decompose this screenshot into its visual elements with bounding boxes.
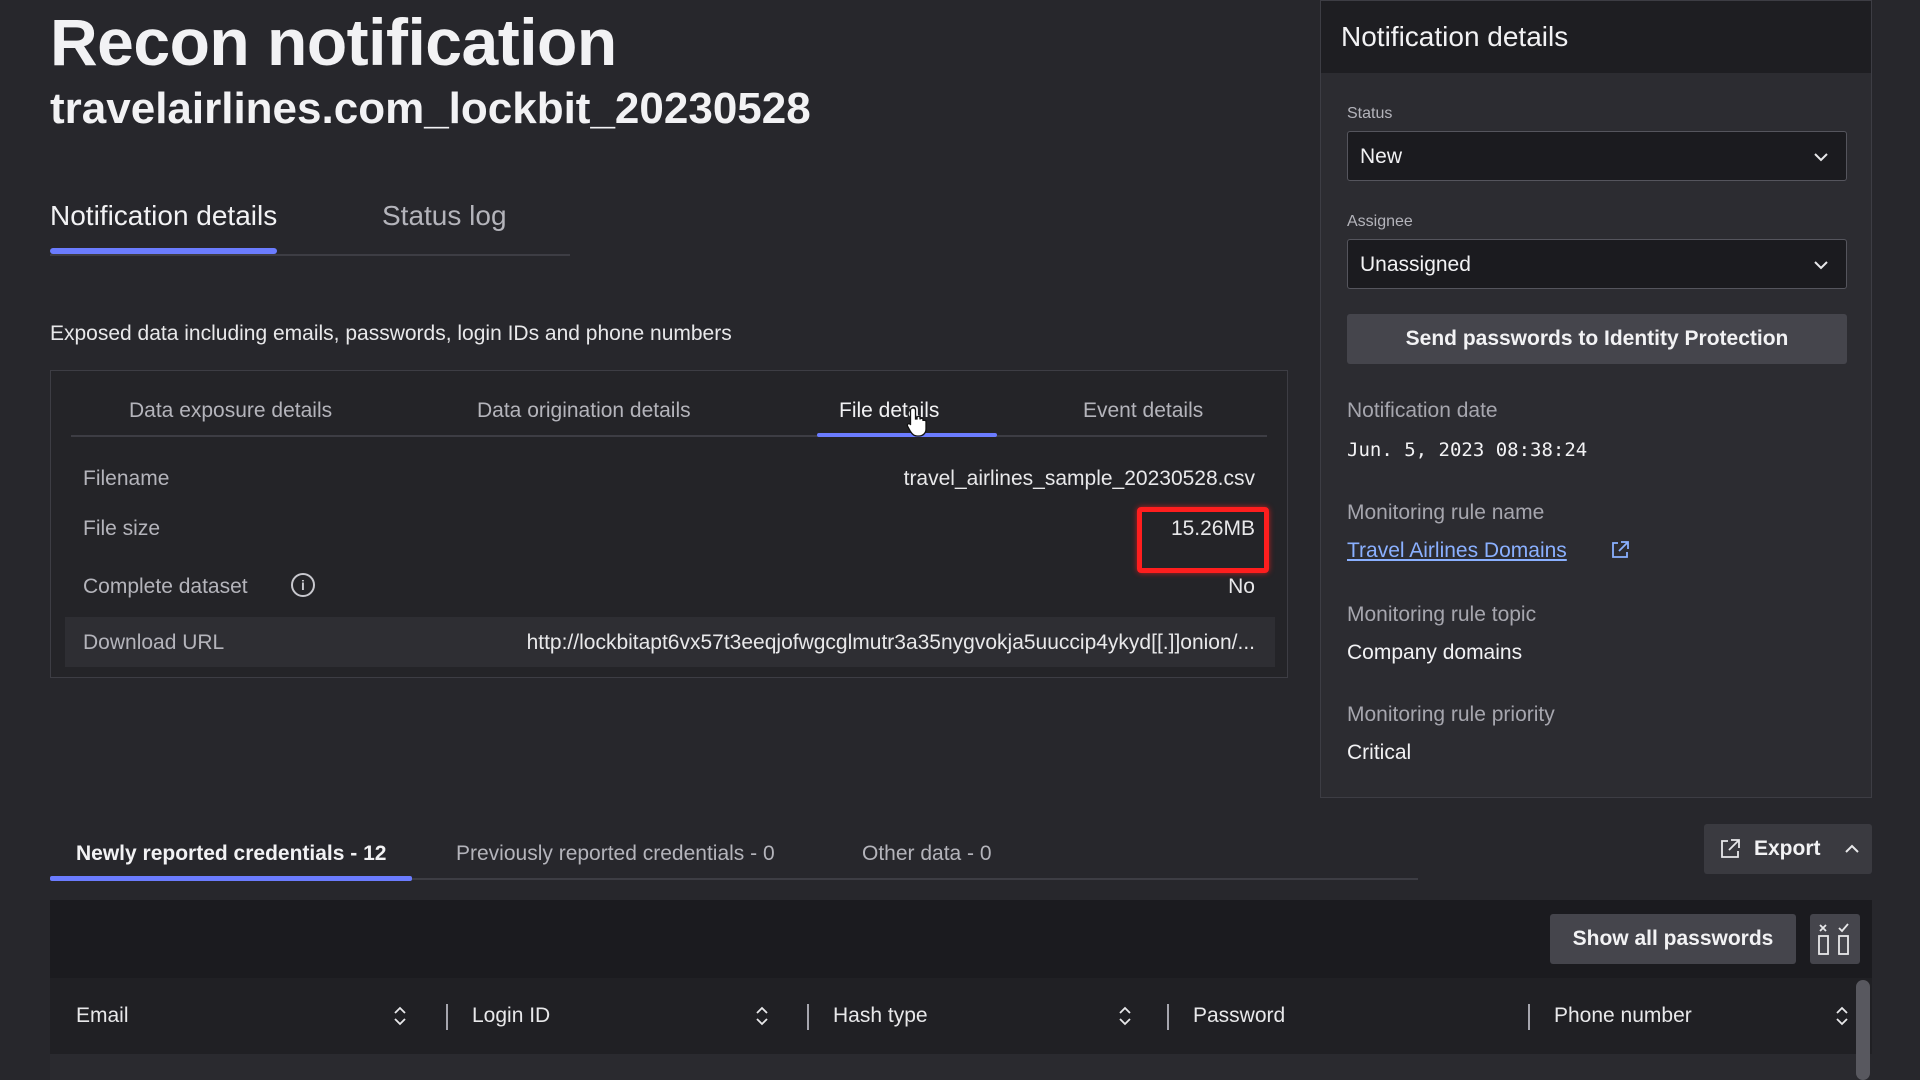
notification-details-sidebar: Notification details Status New Assignee… — [1320, 0, 1872, 798]
column-label: Password — [1193, 1004, 1286, 1027]
tab-other-data[interactable]: Other data - 0 — [862, 842, 992, 866]
tab-label: Status log — [382, 200, 507, 231]
tab-label: Event details — [1083, 399, 1204, 422]
export-icon — [1721, 839, 1740, 858]
tab-status-log[interactable]: Status log — [382, 200, 507, 232]
tab-previously-reported-credentials[interactable]: Previously reported credentials - 0 — [456, 842, 775, 866]
rule-priority-value: Critical — [1347, 741, 1412, 764]
export-label: Export — [1754, 837, 1821, 860]
page-title: Recon notification — [50, 5, 617, 79]
tab-label: Previously reported credentials - 0 — [456, 842, 775, 865]
column-toggle-icon — [1818, 923, 1849, 955]
table-toolbar: Show all passwords — [50, 900, 1872, 978]
sort-icon — [1836, 1006, 1848, 1026]
column-header-email[interactable]: Email — [50, 978, 446, 1054]
sidebar-title: Notification details — [1321, 1, 1871, 73]
file-size-row: File size 15.26MB — [65, 503, 1275, 573]
main-tabs: Notification details Status log — [50, 196, 570, 256]
tab-event-details[interactable]: Event details — [1083, 399, 1203, 423]
send-passwords-button[interactable]: Send passwords to Identity Protection — [1347, 314, 1847, 364]
notification-date-value: Jun. 5, 2023 08:38:24 — [1347, 439, 1588, 461]
column-label: Phone number — [1554, 1004, 1692, 1027]
chevron-down-icon — [1814, 261, 1828, 270]
assignee-value: Unassigned — [1360, 253, 1471, 276]
complete-dataset-row: Complete dataset i No — [65, 561, 1275, 611]
column-divider — [1167, 1004, 1169, 1030]
recon-notification-page: Recon notification travelairlines.com_lo… — [0, 0, 1920, 1080]
status-value: New — [1360, 145, 1403, 168]
column-header-phone-number[interactable]: Phone number — [1528, 978, 1872, 1054]
complete-dataset-value: No — [1228, 575, 1255, 598]
hand-cursor-icon — [906, 407, 927, 437]
column-divider — [446, 1004, 448, 1030]
status-select[interactable]: New — [1347, 131, 1847, 181]
chevron-down-icon — [1814, 153, 1828, 162]
credential-tabs: Newly reported credentials - 12 Previous… — [50, 826, 1418, 881]
rule-name-link-wrapper: Travel Airlines Domains — [1347, 539, 1667, 565]
rule-name-label: Monitoring rule name — [1347, 501, 1545, 524]
exposure-summary: Exposed data including emails, passwords… — [50, 322, 732, 345]
column-header-login-id[interactable]: Login ID — [446, 978, 807, 1054]
chevron-up-icon — [1845, 844, 1859, 853]
column-label: Hash type — [833, 1004, 928, 1027]
column-label: Login ID — [472, 1004, 551, 1027]
column-header-password[interactable]: Password — [1167, 978, 1528, 1054]
sort-icon — [756, 1006, 768, 1026]
tab-label: Newly reported credentials - 12 — [76, 842, 387, 865]
file-details-panel: Data exposure details Data origination d… — [50, 370, 1288, 678]
status-label: Status — [1347, 105, 1393, 122]
column-divider — [807, 1004, 809, 1030]
tab-newly-reported-credentials[interactable]: Newly reported credentials - 12 — [50, 842, 413, 881]
detail-sub-tabs: Data exposure details Data origination d… — [71, 385, 1267, 437]
column-settings-button[interactable] — [1810, 914, 1860, 964]
filename-value: travel_airlines_sample_20230528.csv — [903, 467, 1255, 490]
tab-notification-details[interactable]: Notification details — [50, 200, 278, 254]
column-divider — [1528, 1004, 1530, 1030]
tab-label: Notification details — [50, 200, 278, 231]
rule-priority-label: Monitoring rule priority — [1347, 703, 1555, 726]
active-tab-indicator — [50, 248, 278, 254]
sort-icon — [394, 1006, 406, 1026]
rule-name-link[interactable]: Travel Airlines Domains — [1347, 539, 1567, 562]
assignee-label: Assignee — [1347, 213, 1413, 230]
column-label: Email — [76, 1004, 129, 1027]
table-scrollbar[interactable] — [1856, 980, 1870, 1080]
external-link-icon[interactable] — [1609, 539, 1631, 561]
sort-icon — [1119, 1006, 1131, 1026]
export-button[interactable]: Export — [1704, 824, 1872, 874]
filename-label: Filename — [83, 467, 170, 490]
credentials-table-header: Email Login ID Hash type Password Phone … — [50, 978, 1872, 1054]
credentials-table-body — [50, 1054, 1858, 1080]
info-icon[interactable]: i — [291, 573, 315, 597]
tab-label: Other data - 0 — [862, 842, 992, 865]
column-header-hash-type[interactable]: Hash type — [807, 978, 1167, 1054]
rule-topic-value: Company domains — [1347, 641, 1523, 664]
filename-row: Filename travel_airlines_sample_20230528… — [65, 453, 1275, 503]
notification-date-label: Notification date — [1347, 399, 1498, 422]
assignee-select[interactable]: Unassigned — [1347, 239, 1847, 289]
tab-data-origination-details[interactable]: Data origination details — [477, 399, 691, 423]
download-url-row: Download URL http://lockbitapt6vx57t3eeq… — [65, 617, 1275, 667]
page-subtitle: travelairlines.com_lockbit_20230528 — [50, 84, 811, 133]
complete-dataset-label: Complete dataset — [83, 575, 248, 598]
file-size-label: File size — [83, 517, 161, 540]
show-all-passwords-button[interactable]: Show all passwords — [1550, 914, 1796, 964]
tab-label: Data exposure details — [129, 399, 333, 422]
tab-data-exposure-details[interactable]: Data exposure details — [129, 399, 332, 423]
rule-topic-label: Monitoring rule topic — [1347, 603, 1537, 626]
download-url-label: Download URL — [83, 631, 225, 654]
download-url-value: http://lockbitapt6vx57t3eeqjofwgcglmutr3… — [526, 631, 1255, 654]
active-tab-indicator — [50, 876, 413, 881]
tab-label: Data origination details — [477, 399, 691, 422]
